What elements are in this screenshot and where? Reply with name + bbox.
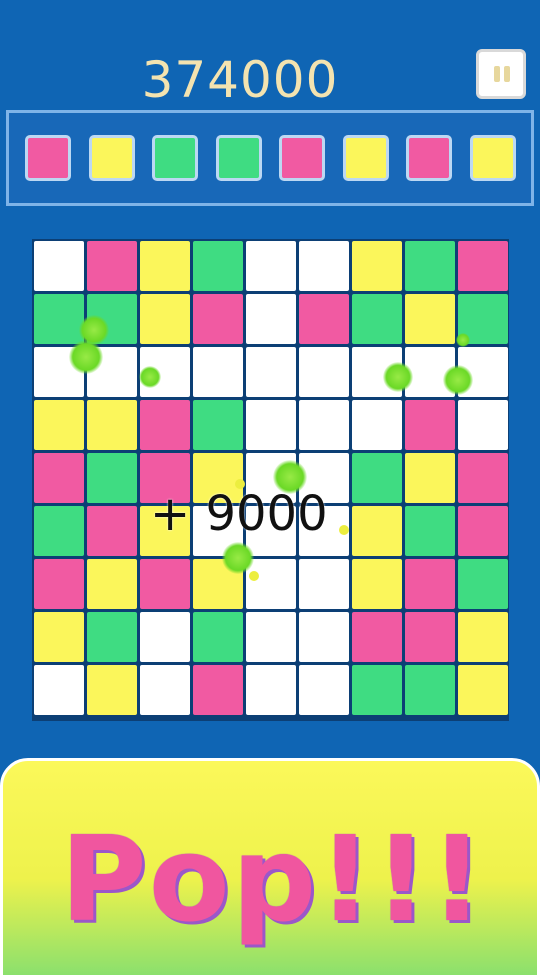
board-cell[interactable] [458, 612, 508, 662]
board-cell[interactable] [246, 559, 296, 609]
board-cell[interactable] [458, 453, 508, 503]
board-cell[interactable] [140, 559, 190, 609]
board-cell[interactable] [299, 665, 349, 715]
queue-tile [279, 135, 325, 181]
board-cell[interactable] [299, 241, 349, 291]
board-cell[interactable] [352, 559, 402, 609]
pause-icon [494, 66, 500, 82]
board-cell[interactable] [352, 665, 402, 715]
queue-tile [342, 135, 389, 181]
board-cell[interactable] [140, 241, 190, 291]
board-cell[interactable] [34, 559, 84, 609]
next-tiles-queue [6, 110, 534, 206]
board-cell[interactable] [246, 347, 296, 397]
board-cell[interactable] [352, 241, 402, 291]
board-cell[interactable] [246, 294, 296, 344]
board-cell[interactable] [34, 294, 84, 344]
board-cell[interactable] [352, 506, 402, 556]
board-cell[interactable] [405, 665, 455, 715]
board-cell[interactable] [458, 400, 508, 450]
board-cell[interactable] [87, 612, 137, 662]
board-cell[interactable] [299, 400, 349, 450]
board-cell[interactable] [87, 294, 137, 344]
board-cell[interactable] [352, 612, 402, 662]
board-cell[interactable] [34, 347, 84, 397]
queue-tile [215, 135, 262, 181]
board-cell[interactable] [352, 347, 402, 397]
board-cell[interactable] [405, 241, 455, 291]
board-cell[interactable] [34, 400, 84, 450]
board-cell[interactable] [458, 559, 508, 609]
board-cell[interactable] [352, 400, 402, 450]
promo-banner: Pop!!! [0, 758, 540, 978]
queue-tile [25, 135, 71, 181]
board-cell[interactable] [193, 612, 243, 662]
board-cell[interactable] [140, 294, 190, 344]
board-cell[interactable] [246, 400, 296, 450]
board-cell[interactable] [193, 241, 243, 291]
board-cell[interactable] [405, 400, 455, 450]
board-cell[interactable] [405, 506, 455, 556]
board-cell[interactable] [352, 294, 402, 344]
board-cell[interactable] [458, 665, 508, 715]
board-cell[interactable] [193, 347, 243, 397]
board-cell[interactable] [405, 294, 455, 344]
board-cell[interactable] [34, 241, 84, 291]
board-cell[interactable] [87, 400, 137, 450]
banner-title: Pop!!! [60, 810, 486, 948]
board-cell[interactable] [405, 612, 455, 662]
board-cell[interactable] [34, 453, 84, 503]
pause-icon [504, 66, 510, 82]
board-cell[interactable] [405, 453, 455, 503]
board-cell[interactable] [458, 506, 508, 556]
board-cell[interactable] [34, 506, 84, 556]
board-cell[interactable] [87, 347, 137, 397]
board-cell[interactable] [193, 294, 243, 344]
board-cell[interactable] [246, 241, 296, 291]
board-cell[interactable] [140, 612, 190, 662]
board-cell[interactable] [34, 665, 84, 715]
board-cell[interactable] [405, 347, 455, 397]
score-counter: 374000 [141, 51, 339, 109]
board-cell[interactable] [246, 612, 296, 662]
board-cell[interactable] [34, 612, 84, 662]
board-cell[interactable] [246, 665, 296, 715]
board-cell[interactable] [299, 294, 349, 344]
board-cell[interactable] [458, 347, 508, 397]
board-cell[interactable] [299, 347, 349, 397]
board-cell[interactable] [352, 453, 402, 503]
score-popup: + 9000 [150, 486, 328, 542]
board-cell[interactable] [140, 665, 190, 715]
board-cell[interactable] [193, 400, 243, 450]
queue-tile [469, 135, 516, 181]
pause-button[interactable] [476, 49, 526, 99]
board-cell[interactable] [140, 347, 190, 397]
board-cell[interactable] [87, 453, 137, 503]
board-cell[interactable] [299, 559, 349, 609]
board-cell[interactable] [87, 506, 137, 556]
board-cell[interactable] [140, 400, 190, 450]
board-cell[interactable] [87, 559, 137, 609]
board-cell[interactable] [193, 665, 243, 715]
top-bar: 374000 [0, 0, 540, 109]
queue-tile [406, 135, 452, 181]
board-cell[interactable] [458, 241, 508, 291]
board-cell[interactable] [299, 612, 349, 662]
queue-tile [88, 135, 135, 181]
board-cell[interactable] [193, 559, 243, 609]
board-cell[interactable] [405, 559, 455, 609]
game-board[interactable] [32, 239, 509, 721]
board-cell[interactable] [87, 241, 137, 291]
board-cell[interactable] [458, 294, 508, 344]
queue-tile [152, 135, 198, 181]
board-cell[interactable] [87, 665, 137, 715]
